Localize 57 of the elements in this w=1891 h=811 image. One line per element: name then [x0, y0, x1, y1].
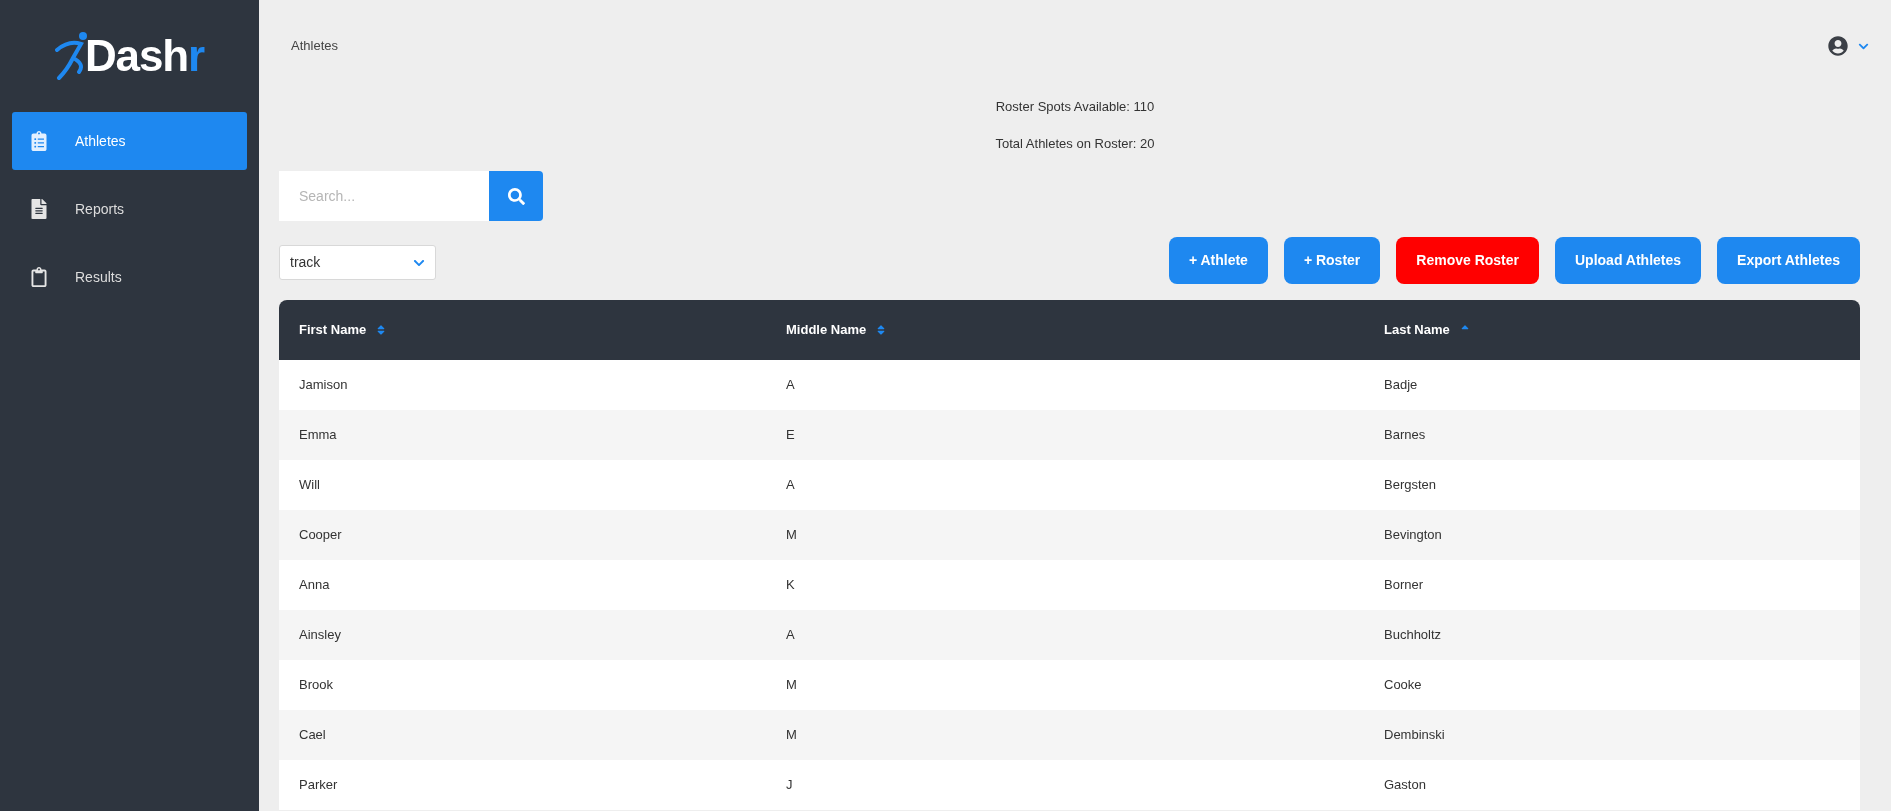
table-cell: Will	[299, 477, 320, 493]
sort-icon[interactable]	[876, 324, 887, 336]
user-avatar-icon	[1828, 36, 1848, 56]
table-cell: A	[786, 627, 795, 643]
roster-stat: Roster Spots Available: 110	[995, 98, 1155, 116]
table-cell: Dembinski	[1384, 727, 1445, 743]
column-header[interactable]: First Name	[299, 320, 367, 340]
sidebar-item[interactable]: Results	[12, 248, 247, 306]
table-cell: Cael	[299, 727, 326, 743]
table-cell: A	[786, 377, 795, 393]
column-header[interactable]: Middle Name	[786, 320, 867, 340]
search-button[interactable]	[489, 171, 543, 221]
table-row[interactable]: Emma E Barnes	[279, 410, 1860, 460]
column-header[interactable]: Last Name	[1384, 320, 1450, 340]
action-button[interactable]: + Athlete	[1168, 237, 1268, 284]
account-menu-button[interactable]	[1828, 36, 1869, 56]
table-cell: Borner	[1384, 577, 1424, 593]
search-field[interactable]: Search...	[279, 171, 489, 221]
action-button[interactable]: Upload Athletes	[1555, 237, 1702, 284]
sort-icon[interactable]	[376, 324, 387, 336]
roster-stat: Total Athletes on Roster: 20	[995, 134, 1155, 153]
table-row[interactable]: Cael M Dembinski	[279, 710, 1860, 760]
table-cell: Gaston	[1384, 777, 1426, 793]
action-button[interactable]: Export Athletes	[1717, 237, 1860, 284]
roster-dropdown[interactable]: track	[279, 245, 436, 280]
table-cell: Jamison	[299, 377, 348, 393]
table-cell: Buchholtz	[1384, 627, 1442, 643]
table-cell: M	[786, 677, 797, 693]
table-cell: Cooper	[299, 527, 342, 543]
action-button[interactable]: + Roster	[1283, 237, 1381, 284]
table-cell: M	[786, 527, 797, 543]
nav-icon	[29, 199, 49, 219]
table-row[interactable]: Cooper M Bevington	[279, 510, 1860, 560]
table-cell: Barnes	[1384, 427, 1426, 443]
breadcrumb: Athletes	[291, 37, 338, 56]
table-cell: Anna	[299, 577, 330, 593]
table-cell: J	[786, 777, 793, 793]
logo: Dashr	[54, 28, 205, 84]
table-cell: Emma	[299, 427, 337, 443]
table-cell: Badje	[1384, 377, 1418, 393]
table-row[interactable]: Ainsley A Buchholtz	[279, 610, 1860, 660]
nav-icon	[29, 267, 49, 287]
table-cell: K	[786, 577, 795, 593]
sidebar-item[interactable]: Reports	[12, 180, 247, 238]
table-cell: Parker	[299, 777, 338, 793]
table-cell: Ainsley	[299, 627, 341, 643]
table-cell: M	[786, 727, 797, 743]
nav-icon	[29, 131, 49, 151]
action-button[interactable]: Remove Roster	[1396, 237, 1539, 284]
table-cell: Bevington	[1384, 527, 1442, 543]
table-cell: Cooke	[1384, 677, 1422, 693]
table-cell: Bergsten	[1384, 477, 1437, 493]
table-cell: Brook	[299, 677, 333, 693]
search-icon	[507, 187, 525, 205]
table-cell: E	[786, 427, 795, 443]
table-cell: A	[786, 477, 795, 493]
sidebar-item[interactable]: Athletes	[12, 112, 247, 170]
